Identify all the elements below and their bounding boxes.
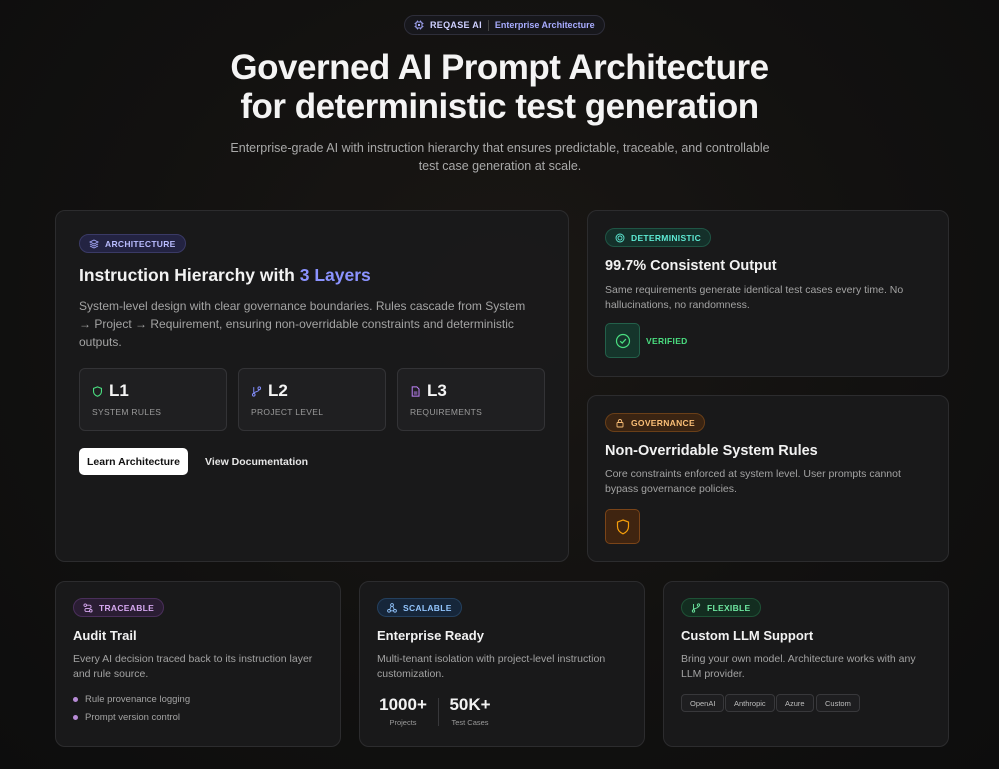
check-circle-icon bbox=[615, 333, 630, 348]
provider-tag-azure[interactable]: Azure bbox=[776, 694, 814, 712]
architecture-title-text: Instruction Hierarchy with bbox=[79, 265, 300, 285]
governance-pill: GOVERNANCE bbox=[605, 413, 705, 432]
traceable-pill: TRACEABLE bbox=[73, 598, 165, 617]
deterministic-pill: DETERMINISTIC bbox=[605, 228, 712, 247]
bullet-text: Rule provenance logging bbox=[85, 694, 191, 705]
traceable-description: Every AI decision traced back to its ins… bbox=[73, 653, 313, 680]
layers-icon bbox=[89, 238, 99, 249]
metric-divider bbox=[438, 698, 439, 726]
file-icon bbox=[411, 386, 420, 397]
governance-title: Non-Overridable System Rules bbox=[605, 443, 818, 459]
hero-title: Governed AI Prompt Architecture for dete… bbox=[0, 48, 999, 126]
governance-shield-box bbox=[605, 509, 640, 544]
bullet-item: Rule provenance logging bbox=[73, 694, 190, 705]
scalable-pill-label: SCALABLE bbox=[403, 602, 452, 613]
scalable-pill: SCALABLE bbox=[377, 598, 462, 617]
hero-title-line1: Governed AI Prompt Architecture bbox=[230, 48, 769, 87]
layer-label: L1 bbox=[109, 381, 129, 400]
scalable-description: Multi-tenant isolation with project-leve… bbox=[377, 653, 606, 680]
metric-label: Projects bbox=[389, 718, 417, 727]
flexible-pill: FLEXIBLE bbox=[681, 598, 761, 617]
deterministic-title: 99.7% Consistent Output bbox=[605, 258, 777, 274]
layer-label: L3 bbox=[427, 381, 447, 400]
top-badge: REQASE AI Enterprise Architecture bbox=[404, 15, 605, 35]
architecture-title-accent: 3 Layers bbox=[299, 265, 371, 285]
chip-icon bbox=[414, 20, 424, 30]
layer-card-l2: L2 PROJECT LEVEL bbox=[238, 368, 386, 431]
traceable-pill-label: TRACEABLE bbox=[99, 602, 155, 613]
hero-title-line2: for deterministic test generation bbox=[240, 87, 759, 126]
lock-icon bbox=[616, 418, 624, 427]
deterministic-description: Same requirements generate identical tes… bbox=[605, 284, 904, 311]
verified-check-box bbox=[605, 323, 640, 358]
metric-value: 50K+ bbox=[449, 695, 491, 714]
flexible-description: Bring your own model. Architecture works… bbox=[681, 653, 916, 680]
traceable-title: Audit Trail bbox=[73, 628, 137, 643]
git-branch-icon bbox=[251, 386, 262, 397]
provider-tag-openai[interactable]: OpenAI bbox=[681, 694, 725, 712]
verified-status: VERIFIED bbox=[646, 336, 688, 346]
badge-divider bbox=[487, 19, 489, 31]
brand-name: REQASE AI bbox=[430, 20, 482, 30]
architecture-pill-label: ARCHITECTURE bbox=[105, 238, 176, 249]
flexible-pill-label: FLEXIBLE bbox=[707, 602, 751, 613]
provider-tag-anthropic[interactable]: Anthropic bbox=[725, 694, 775, 712]
bullet-item: Prompt version control bbox=[73, 712, 180, 723]
metric-test-cases: 50K+ Test Cases bbox=[446, 695, 494, 727]
view-documentation-link[interactable]: View Documentation bbox=[196, 448, 317, 475]
badge-subtitle: Enterprise Architecture bbox=[494, 20, 595, 30]
layer-label: L2 bbox=[268, 381, 288, 400]
shield-icon bbox=[92, 386, 103, 397]
route-icon bbox=[83, 602, 93, 613]
learn-architecture-button[interactable]: Learn Architecture bbox=[79, 448, 188, 475]
provider-tag-custom[interactable]: Custom bbox=[816, 694, 860, 712]
architecture-title: Instruction Hierarchy with 3 Layers bbox=[79, 265, 371, 286]
architecture-pill: ARCHITECTURE bbox=[79, 234, 186, 253]
network-icon bbox=[387, 602, 397, 613]
layer-caption: SYSTEM RULES bbox=[92, 407, 162, 417]
hero-subtitle: Enterprise-grade AI with instruction hie… bbox=[230, 141, 770, 173]
layer-caption: PROJECT LEVEL bbox=[251, 407, 324, 417]
governance-description: Core constraints enforced at system leve… bbox=[605, 468, 901, 495]
shield-icon bbox=[616, 518, 629, 534]
layer-caption: REQUIREMENTS bbox=[410, 407, 483, 417]
metric-label: Test Cases bbox=[451, 718, 489, 727]
bullet-dot bbox=[73, 697, 78, 702]
scalable-title: Enterprise Ready bbox=[377, 628, 484, 643]
layer-card-l1: L1 SYSTEM RULES bbox=[79, 368, 227, 431]
governance-pill-label: GOVERNANCE bbox=[631, 417, 695, 428]
deterministic-pill-label: DETERMINISTIC bbox=[631, 232, 702, 243]
git-branch-icon bbox=[691, 602, 701, 613]
architecture-description: System-level design with clear governanc… bbox=[79, 299, 526, 349]
flexible-title: Custom LLM Support bbox=[681, 628, 814, 643]
target-icon bbox=[615, 233, 625, 242]
metric-value: 1000+ bbox=[379, 695, 427, 714]
bullet-text: Prompt version control bbox=[85, 712, 181, 723]
bullet-dot bbox=[73, 715, 78, 720]
layer-card-l3: L3 REQUIREMENTS bbox=[397, 368, 545, 431]
metric-projects: 1000+ Projects bbox=[376, 695, 430, 727]
